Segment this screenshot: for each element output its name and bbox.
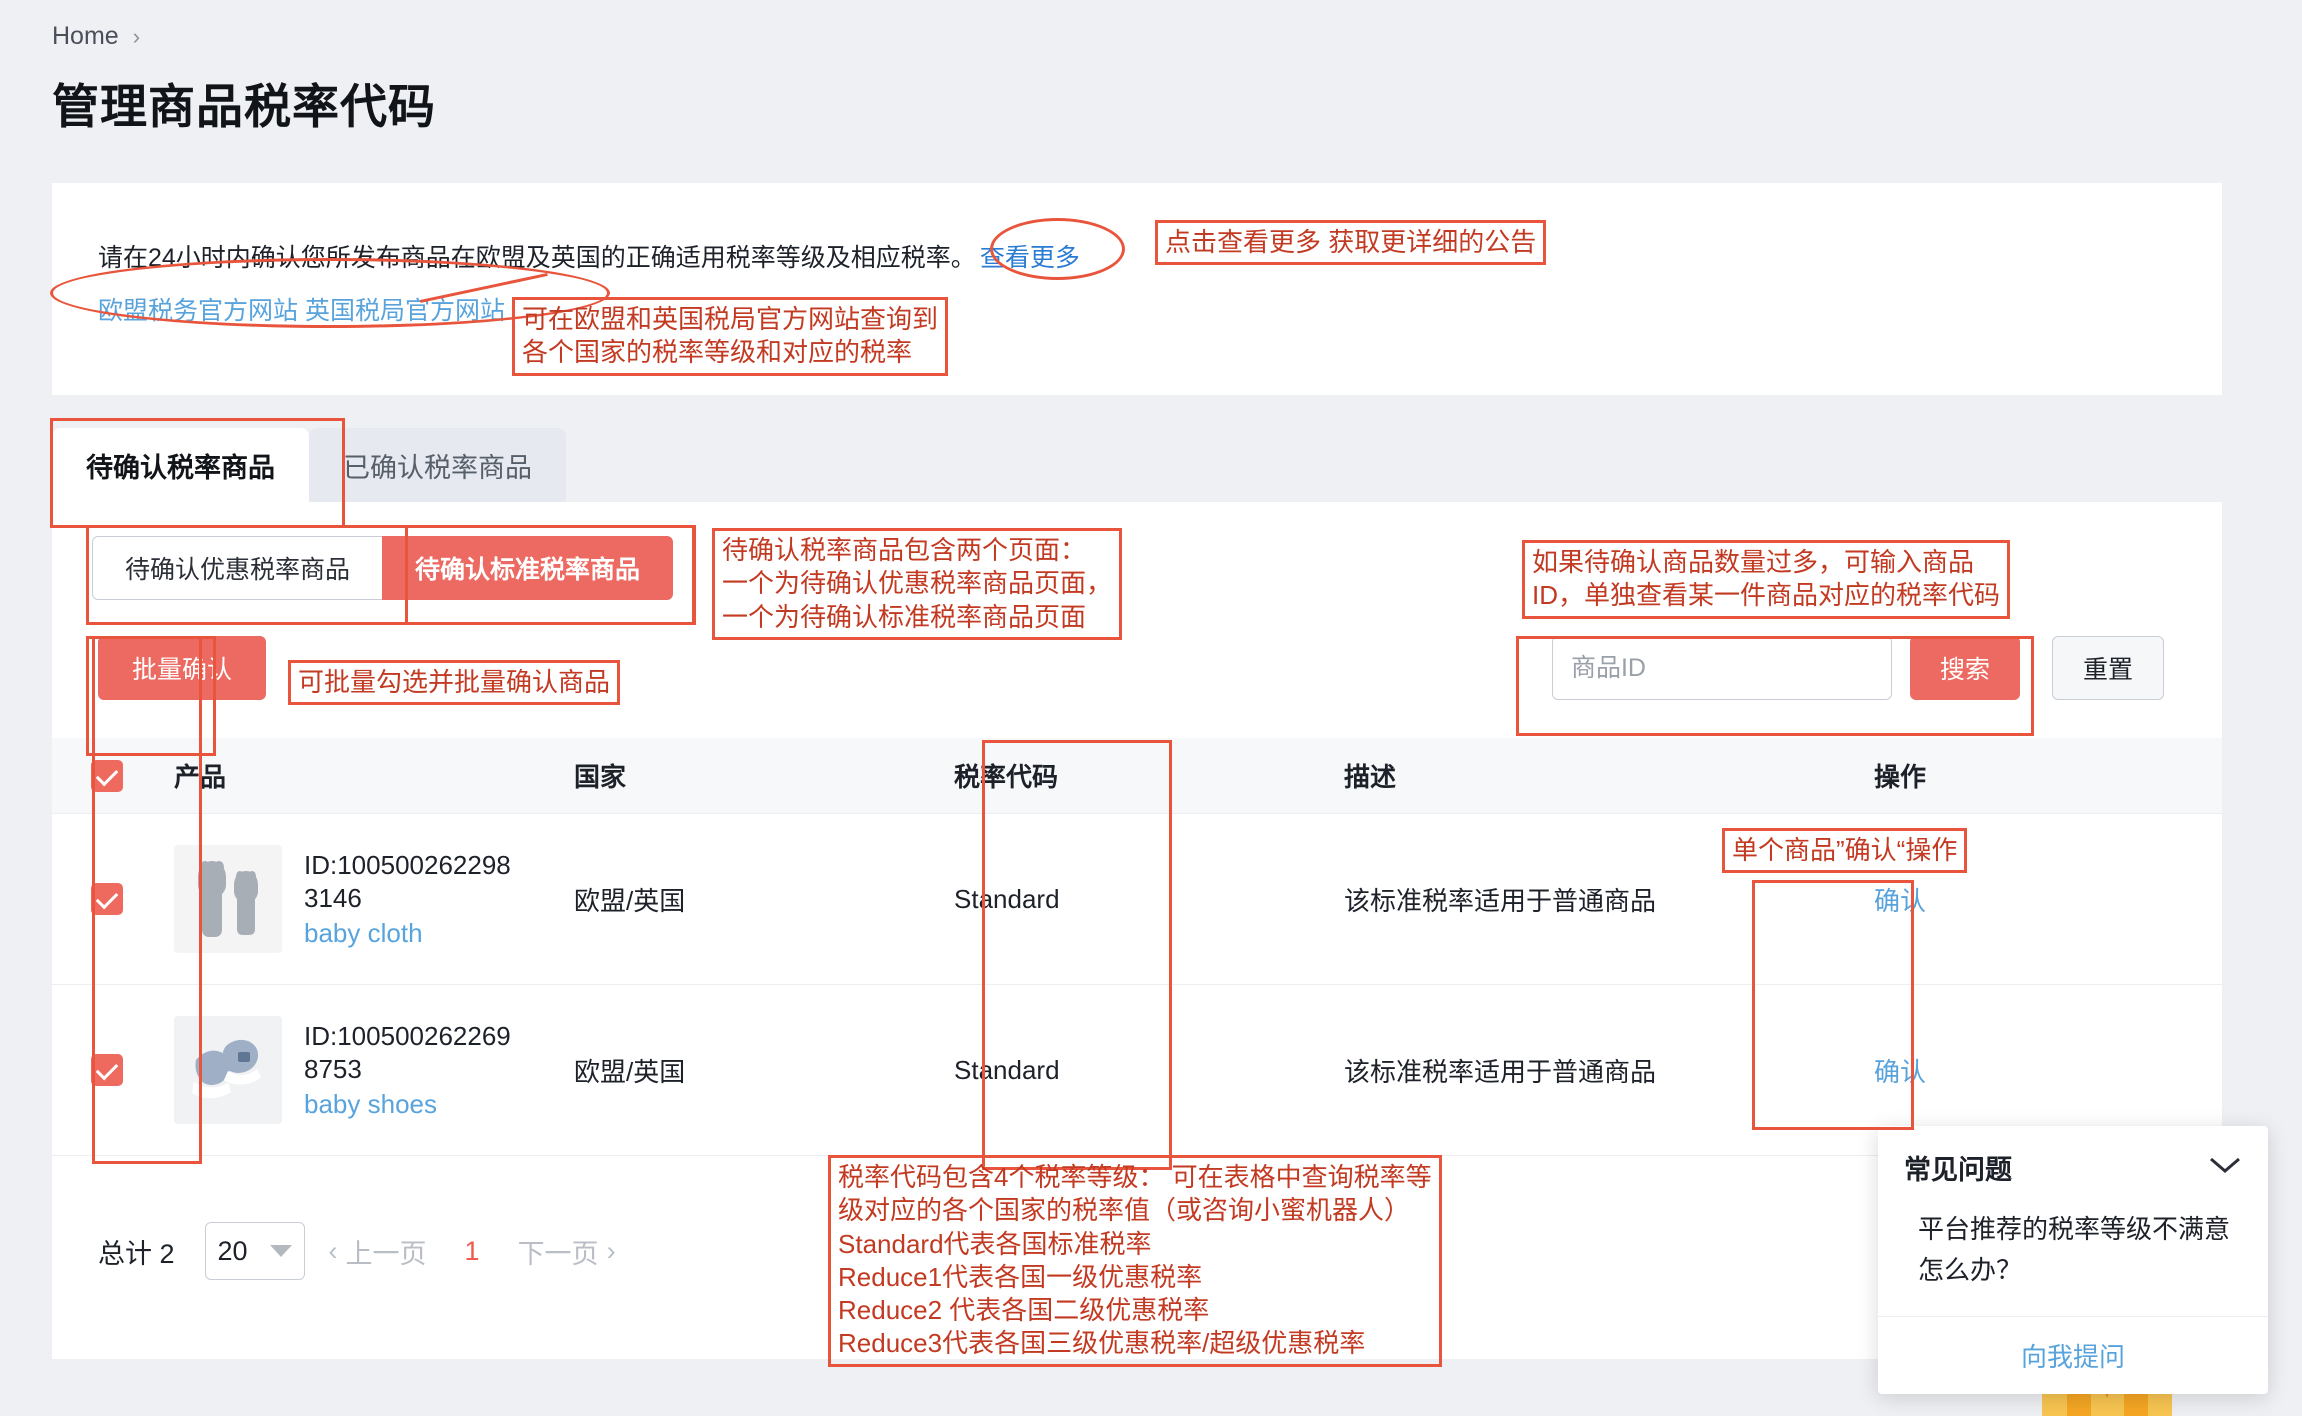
table-row: ID:1005002622983146 baby cloth 欧盟/英国 Sta… [52,814,2222,985]
faq-question: 平台推荐的税率等级不满意怎么办？ [1918,1214,2231,1285]
faq-popup: 常见问题 平台推荐的税率等级不满意怎么办？ 向我提问 [1878,1126,2268,1394]
faq-ask-link[interactable]: 向我提问 [1878,1316,2268,1394]
batch-confirm-button[interactable]: 批量确认 [98,636,267,700]
notice-view-more-link[interactable]: 查看更多 [980,244,1080,272]
column-header-country: 国家 [574,762,627,792]
chevron-down-icon[interactable] [2208,1155,2242,1180]
app-page: Home › 管理商品税率代码 请在24小时内确认您所发布商品在欧盟及英国的正确… [0,0,2302,1416]
product-meta: ID:1005002622698753 baby shoes [304,1020,514,1120]
chevron-right-icon: › [606,1235,616,1266]
eu-tax-site-link[interactable]: 欧盟税务官方网站 [98,297,298,325]
select-all-checkbox[interactable] [91,759,123,792]
search-input[interactable] [1551,636,1892,700]
table-header-row: 产品 国家 税率代码 描述 操作 [52,738,2222,814]
search-toolbar: 搜索 重置 [1551,636,2164,700]
column-header-action: 操作 [1874,762,1927,792]
total-count-label: 总计 2 [98,1238,175,1269]
product-name-link[interactable]: baby cloth [304,918,514,949]
country-cell: 欧盟/英国 [574,1056,686,1087]
country-cell: 欧盟/英国 [574,885,686,916]
product-id: ID:1005002622698753 [304,1021,511,1084]
chevron-right-icon: › [132,23,141,49]
confirm-link[interactable]: 确认 [1874,886,1926,916]
notice-links-row: 欧盟税务官方网站 英国税局官方网站 [98,291,505,327]
prev-page-label: 上一页 [345,1238,427,1269]
product-id: ID:1005002622983146 [304,850,511,913]
tab-confirmed-tax-products[interactable]: 已确认税率商品 [309,428,566,502]
faq-header: 常见问题 [1878,1126,2268,1199]
action-cell: 确认 [1862,881,2192,918]
product-thumbnail [174,845,282,953]
row-checkbox[interactable] [91,883,123,915]
main-tabs: 待确认税率商品 已确认税率商品 [52,428,566,502]
prev-page-button[interactable]: ‹ 上一页 [329,1232,427,1271]
page-number-1[interactable]: 1 [465,1236,480,1267]
next-page-label: 下一页 [517,1238,599,1269]
reset-button[interactable]: 重置 [2051,636,2164,700]
column-header-description: 描述 [1344,762,1397,792]
next-page-button[interactable]: 下一页 › [518,1232,616,1271]
tax-code-cell: Standard [954,1054,1060,1085]
description-cell: 该标准税率适用于普通商品 [1344,885,1657,916]
search-button[interactable]: 搜索 [1909,636,2020,700]
tax-code-cell: Standard [954,883,1060,914]
subtab-pending-standard-rate[interactable]: 待确认标准税率商品 [382,536,674,600]
page-size-select[interactable]: 20 [204,1222,305,1280]
notice-text-row: 请在24小时内确认您所发布商品在欧盟及英国的正确适用税率等级及相应税率。 查看更多 [98,238,1080,274]
page-title: 管理商品税率代码 [52,80,436,133]
row-select-cell [52,1054,162,1086]
page-size-value: 20 [217,1235,248,1266]
subtabs: 待确认优惠税率商品 待确认标准税率商品 [92,536,674,600]
product-name-link[interactable]: baby shoes [304,1089,514,1120]
products-table: 产品 国家 税率代码 描述 操作 ID:1005002622983146 bab… [52,738,2222,1156]
notice-text: 请在24小时内确认您所发布商品在欧盟及英国的正确适用税率等级及相应税率。 [98,244,976,272]
row-checkbox[interactable] [91,1054,123,1086]
column-header-tax-code: 税率代码 [954,762,1059,792]
confirm-link[interactable]: 确认 [1874,1057,1926,1087]
select-all-cell [52,759,162,792]
subtab-pending-reduced-rate[interactable]: 待确认优惠税率商品 [92,536,384,600]
uk-tax-site-link[interactable]: 英国税局官方网站 [305,297,505,325]
column-header-product: 产品 [174,762,227,792]
faq-title: 常见问题 [1904,1155,2012,1186]
product-cell: ID:1005002622983146 baby cloth [162,845,562,953]
pagination: 总计 2 20 ‹ 上一页 1 下一页 › [98,1222,616,1280]
row-select-cell [52,883,162,915]
product-thumbnail [174,1016,282,1124]
product-meta: ID:1005002622983146 baby cloth [304,849,514,949]
product-cell: ID:1005002622698753 baby shoes [162,1016,562,1124]
description-cell: 该标准税率适用于普通商品 [1344,1056,1657,1087]
breadcrumb: Home › [52,22,140,51]
tab-pending-tax-products[interactable]: 待确认税率商品 [52,428,309,502]
chevron-left-icon: ‹ [328,1235,338,1266]
breadcrumb-home[interactable]: Home [52,22,119,51]
notice-card: 请在24小时内确认您所发布商品在欧盟及英国的正确适用税率等级及相应税率。 查看更多… [52,183,2222,395]
chevron-down-icon [269,1245,292,1257]
action-cell: 确认 [1862,1052,2192,1089]
